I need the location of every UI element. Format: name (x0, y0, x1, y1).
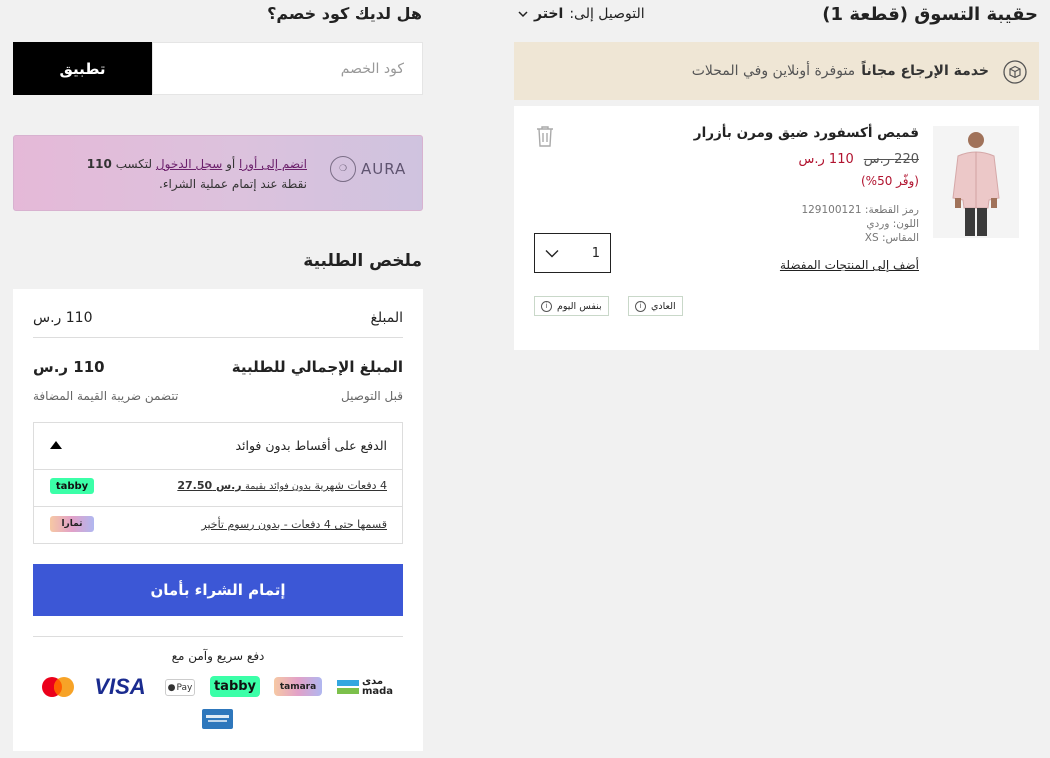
aura-line2: نقطة عند إتمام عملية الشراء. (159, 177, 307, 191)
shipping-option-label: بنفس اليوم (557, 300, 602, 312)
free-returns-text: متوفرة أونلاين وفي المحلات (691, 63, 856, 79)
tamara-installment-line[interactable]: قسمها حتى 4 دفعات - بدون رسوم تأخير (201, 518, 387, 531)
checkout-button[interactable]: إتمام الشراء بأمان (33, 564, 403, 616)
delivery-value: اختر (534, 6, 564, 22)
mada-en-text: mada (361, 686, 394, 697)
aura-join-link[interactable]: انضم إلى أورا (239, 157, 307, 171)
divider (33, 469, 403, 470)
tabby-plan-link[interactable]: 4 دفعات شهرية (315, 479, 387, 492)
visa-logo: VISA (94, 674, 146, 699)
installments-title[interactable]: الدفع على أقساط بدون فوائد (235, 438, 387, 453)
tabby-pay-logo: tabby (210, 676, 260, 697)
before-delivery-note: قبل التوصيل (341, 389, 403, 403)
order-summary-title: ملخص الطلبية (303, 251, 422, 271)
tamara-pay-logo: tamara (274, 677, 322, 696)
aura-message: انضم إلى أورا أو سجل الدخول لتكسب 110 نق… (52, 154, 307, 194)
payment-methods-title: دفع سريع وآمن مع (171, 649, 265, 663)
product-size: المقاس: XS (864, 232, 919, 244)
trash-icon[interactable] (534, 124, 556, 148)
delivery-selector[interactable]: التوصيل إلى: اختر (518, 6, 645, 22)
divider (33, 506, 403, 507)
sale-price: 110 ر.س (798, 152, 854, 167)
amount-value: 110 ر.س (33, 310, 93, 326)
aura-logo: ❍ AURA (330, 156, 406, 182)
box-return-icon (1003, 60, 1027, 84)
delivery-label: التوصيل إلى: (569, 6, 645, 22)
mada-bars-icon (336, 680, 359, 694)
shipping-option-same-day[interactable]: بنفس اليوم i (534, 296, 609, 316)
aura-logo-text: AURA (361, 160, 407, 178)
vat-note: تتضمن ضريبة القيمة المضافة (33, 389, 179, 403)
total-value: 110 ر.س (33, 358, 105, 376)
apple-pay-text: Pay (176, 682, 193, 693)
aura-earn-text: لتكسب (115, 157, 153, 171)
tabby-amount: ر.س 27.50 (177, 479, 242, 492)
product-image[interactable] (933, 126, 1019, 238)
promo-code-input[interactable] (152, 42, 423, 95)
quantity-select[interactable]: 1 (534, 233, 611, 273)
info-icon[interactable]: i (635, 300, 646, 312)
tabby-installment-line[interactable]: 4 دفعات شهرية بدون فوائد بقيمة ر.س 27.50 (177, 479, 387, 492)
divider (33, 636, 403, 637)
product-name[interactable]: قميص أكسفورد ضيق ومرن بأزرار (694, 125, 919, 141)
add-to-wishlist-link[interactable]: أضف إلى المنتجات المفضلة (780, 258, 919, 272)
mada-logo: مدى mada (334, 676, 396, 698)
amount-label: المبلغ (370, 310, 403, 326)
original-price: 220 ر.س (863, 152, 919, 167)
free-returns-banner: خدمة الإرجاع مجاناً متوفرة أونلاين وفي ا… (514, 42, 1039, 100)
chevron-down-icon (545, 249, 559, 257)
apply-promo-button[interactable]: تطبيق (13, 42, 152, 95)
product-color: اللون: وردي (866, 218, 919, 230)
mastercard-logo (42, 677, 74, 697)
free-returns-bold: خدمة الإرجاع مجاناً (861, 63, 989, 79)
apple-icon: ● (167, 682, 176, 693)
price-row: 220 ر.س 110 ر.س (799, 152, 920, 167)
total-label: المبلغ الإجمالي للطلبية (231, 358, 403, 376)
aura-points: 110 (86, 157, 112, 171)
discount-percent: (وفّر 50%) (860, 174, 919, 188)
amex-logo (202, 709, 233, 729)
aura-or: أو (226, 157, 236, 171)
tabby-suffix: بدون فوائد بقيمة (245, 481, 312, 492)
bag-title: حقيبة التسوق (قطعة 1) (822, 4, 1038, 25)
info-icon[interactable]: i (541, 300, 552, 312)
product-sku: رمز القطعة: 129100121 (801, 204, 919, 216)
aura-circle-icon: ❍ (330, 156, 356, 182)
tamara-logo: تمارا (50, 516, 94, 532)
apple-pay-logo: ● Pay (165, 679, 195, 696)
promo-title: هل لديك كود خصم؟ (267, 4, 422, 23)
chevron-down-icon (518, 11, 528, 18)
quantity-value: 1 (591, 245, 600, 261)
collapse-arrow-icon[interactable] (50, 441, 62, 449)
aura-login-link[interactable]: سجل الدخول (156, 157, 222, 171)
shipping-option-label: العادي (651, 300, 676, 312)
divider (33, 337, 403, 338)
shipping-option-standard[interactable]: العادي i (628, 296, 683, 316)
tabby-logo: tabby (50, 478, 94, 494)
